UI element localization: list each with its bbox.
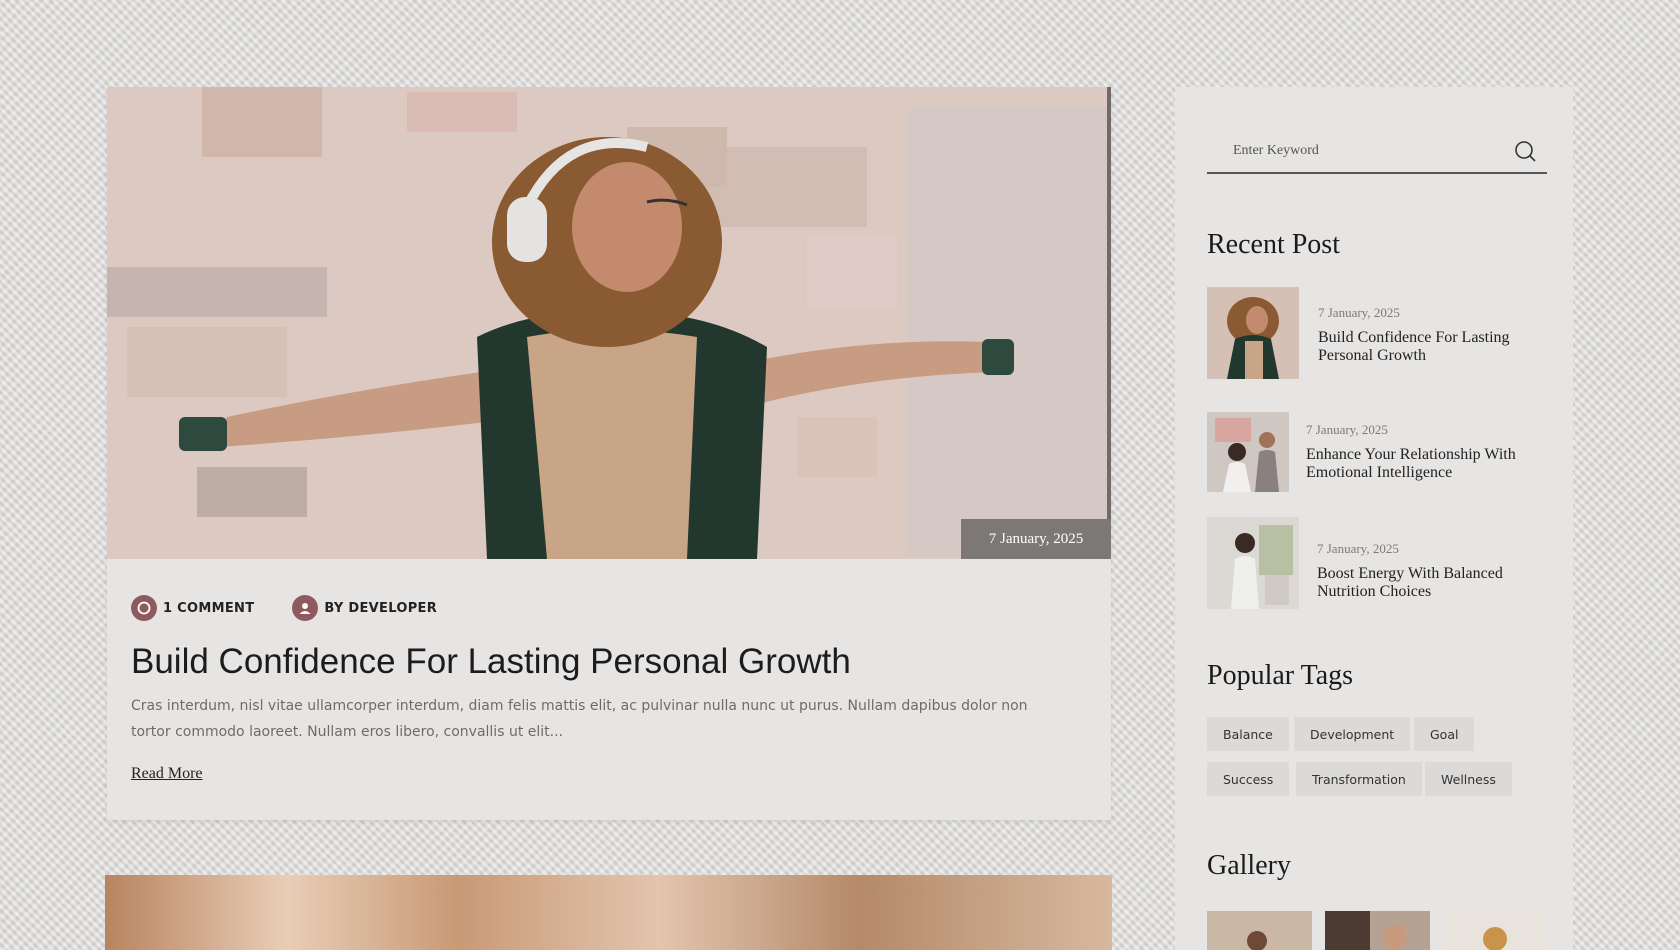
post-date-badge: 7 January, 2025 <box>961 519 1111 559</box>
post-author[interactable]: BY DEVELOPER <box>292 595 437 621</box>
post-featured-image[interactable]: 7 January, 2025 <box>107 87 1111 559</box>
recent-post-thumbnail[interactable] <box>1207 517 1299 609</box>
comment-count-label: 1 COMMENT <box>163 600 255 616</box>
tag-success[interactable]: Success <box>1207 762 1290 796</box>
recent-post-date: 7 January, 2025 <box>1306 422 1388 437</box>
recent-post-title[interactable]: Boost Energy With Balanced Nutrition Cho… <box>1317 565 1547 601</box>
search-icon[interactable] <box>1513 139 1537 163</box>
gallery-thumbnail[interactable] <box>1443 911 1548 950</box>
post-author-label: BY DEVELOPER <box>324 600 438 616</box>
popular-tags-heading: Popular Tags <box>1207 660 1354 691</box>
gallery-heading: Gallery <box>1207 850 1291 881</box>
recent-post-thumbnail[interactable] <box>1207 412 1289 492</box>
search-input[interactable] <box>1207 135 1497 167</box>
tag-wellness[interactable]: Wellness <box>1425 762 1512 796</box>
recent-post-heading: Recent Post <box>1207 229 1340 260</box>
post-excerpt: Cras interdum, nisl vitae ullamcorper in… <box>131 698 1028 740</box>
recent-post-title[interactable]: Enhance Your Relationship With Emotional… <box>1306 446 1546 482</box>
read-more-link[interactable]: Read More <box>131 765 203 783</box>
recent-post-title[interactable]: Build Confidence For Lasting Personal Gr… <box>1318 329 1548 365</box>
woman-dancing-headphones-illustration <box>107 87 1111 559</box>
tag-transformation[interactable]: Transformation <box>1296 762 1422 796</box>
gallery-thumbnail[interactable] <box>1325 911 1430 950</box>
blog-post-card: 7 January, 2025 1 COMMENT BY DEVELOPER B… <box>107 87 1111 820</box>
comment-count[interactable]: 1 COMMENT <box>131 595 254 621</box>
search-box <box>1207 127 1547 174</box>
recent-post-thumbnail[interactable] <box>1207 287 1299 379</box>
recent-post-date: 7 January, 2025 <box>1317 541 1399 556</box>
tag-development[interactable]: Development <box>1294 717 1411 751</box>
recent-post-date: 7 January, 2025 <box>1318 305 1400 320</box>
recent-post-item[interactable]: 7 January, 2025 Enhance Your Relationshi… <box>1207 412 1547 507</box>
tag-balance[interactable]: Balance <box>1207 717 1289 751</box>
gallery-grid <box>1207 911 1548 950</box>
sidebar: Recent Post 7 January, 2025 Build Confid… <box>1175 87 1573 950</box>
gallery-thumbnail[interactable] <box>1207 911 1312 950</box>
post-meta: 1 COMMENT BY DEVELOPER <box>131 595 437 621</box>
next-post-image[interactable] <box>105 875 1112 950</box>
recent-post-item[interactable]: 7 January, 2025 Build Confidence For Las… <box>1207 287 1547 382</box>
post-title[interactable]: Build Confidence For Lasting Personal Gr… <box>131 642 1081 682</box>
user-icon <box>292 595 319 621</box>
comment-icon <box>131 595 157 621</box>
tag-goal[interactable]: Goal <box>1414 717 1475 751</box>
recent-post-item[interactable]: 7 January, 2025 Boost Energy With Balanc… <box>1207 517 1547 612</box>
